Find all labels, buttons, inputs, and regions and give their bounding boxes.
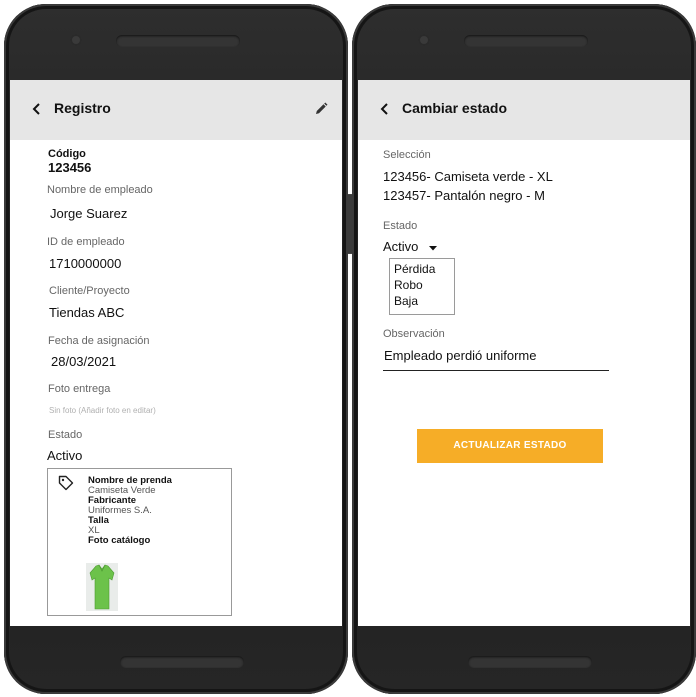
cliente-value: Tiendas ABC bbox=[49, 305, 125, 320]
front-camera bbox=[418, 34, 430, 46]
cliente-label: Cliente/Proyecto bbox=[49, 285, 130, 297]
observacion-input[interactable]: Empleado perdió uniforme bbox=[384, 348, 536, 363]
seleccion-label: Selección bbox=[383, 149, 431, 161]
estado-option[interactable]: Pérdida bbox=[394, 262, 435, 276]
estado-selected: Activo bbox=[383, 239, 419, 254]
app-bar: Cambiar estado bbox=[358, 80, 690, 140]
chevron-left-icon[interactable] bbox=[378, 102, 392, 116]
foto-label: Foto entrega bbox=[48, 383, 111, 395]
selection-item-desc: Pantalón negro - M bbox=[430, 188, 545, 203]
observacion-label: Observación bbox=[383, 328, 445, 340]
selection-item: 123457- Pantalón negro - M bbox=[383, 188, 545, 203]
screen-cambiar-estado: Cambiar estado Selección 123456- Camiset… bbox=[358, 80, 690, 626]
earpiece-speaker bbox=[464, 35, 588, 47]
page-title: Registro bbox=[54, 100, 111, 116]
estado-options-list: Pérdida Robo Baja bbox=[389, 258, 455, 315]
estado-option[interactable]: Robo bbox=[394, 278, 423, 292]
id-value: 1710000000 bbox=[49, 256, 122, 271]
app-bar: Registro bbox=[10, 80, 342, 140]
page-title: Cambiar estado bbox=[402, 100, 508, 116]
selection-item-desc: Camiseta verde - XL bbox=[430, 169, 553, 184]
fecha-label: Fecha de asignación bbox=[48, 335, 150, 347]
chevron-left-icon[interactable] bbox=[30, 102, 44, 116]
garment-card: Nombre de prenda Camiseta Verde Fabrican… bbox=[47, 468, 232, 616]
estado-option[interactable]: Baja bbox=[394, 294, 418, 308]
estado-label: Estado bbox=[48, 429, 83, 441]
update-status-button[interactable]: ACTUALIZAR ESTADO bbox=[417, 429, 603, 463]
fecha-value: 28/03/2021 bbox=[51, 354, 117, 369]
estado-label: Estado bbox=[383, 220, 418, 232]
catalog-photo[interactable] bbox=[86, 563, 118, 611]
foto-placeholder: Sin foto (Añadir foto en editar) bbox=[49, 406, 156, 415]
nombre-value: Jorge Suarez bbox=[50, 206, 128, 221]
screen-registro: Registro Código 123456 Nombre de emplead… bbox=[10, 80, 342, 626]
phone-frame-left: Registro Código 123456 Nombre de emplead… bbox=[4, 4, 351, 694]
observacion-underline bbox=[383, 370, 609, 371]
phone-frame-right: Cambiar estado Selección 123456- Camiset… bbox=[349, 4, 696, 694]
side-button bbox=[349, 194, 353, 254]
caret-down-icon bbox=[429, 245, 438, 251]
green-polo-shirt-image bbox=[89, 564, 115, 610]
id-label: ID de empleado bbox=[47, 236, 125, 248]
home-bar bbox=[120, 656, 244, 668]
tag-icon bbox=[58, 475, 74, 491]
earpiece-speaker bbox=[116, 35, 240, 47]
codigo-label: Código bbox=[48, 148, 86, 160]
estado-dropdown[interactable]: Activo bbox=[383, 239, 438, 254]
selection-item-code: 123457- bbox=[383, 188, 431, 203]
selection-item: 123456- Camiseta verde - XL bbox=[383, 169, 553, 184]
catalog-photo-label: Foto catálogo bbox=[88, 535, 151, 546]
selection-item-code: 123456- bbox=[383, 169, 431, 184]
pencil-icon[interactable] bbox=[314, 102, 328, 116]
nombre-label: Nombre de empleado bbox=[47, 184, 153, 196]
estado-value: Activo bbox=[47, 448, 83, 463]
home-bar bbox=[468, 656, 592, 668]
front-camera bbox=[70, 34, 82, 46]
codigo-value: 123456 bbox=[48, 160, 92, 175]
